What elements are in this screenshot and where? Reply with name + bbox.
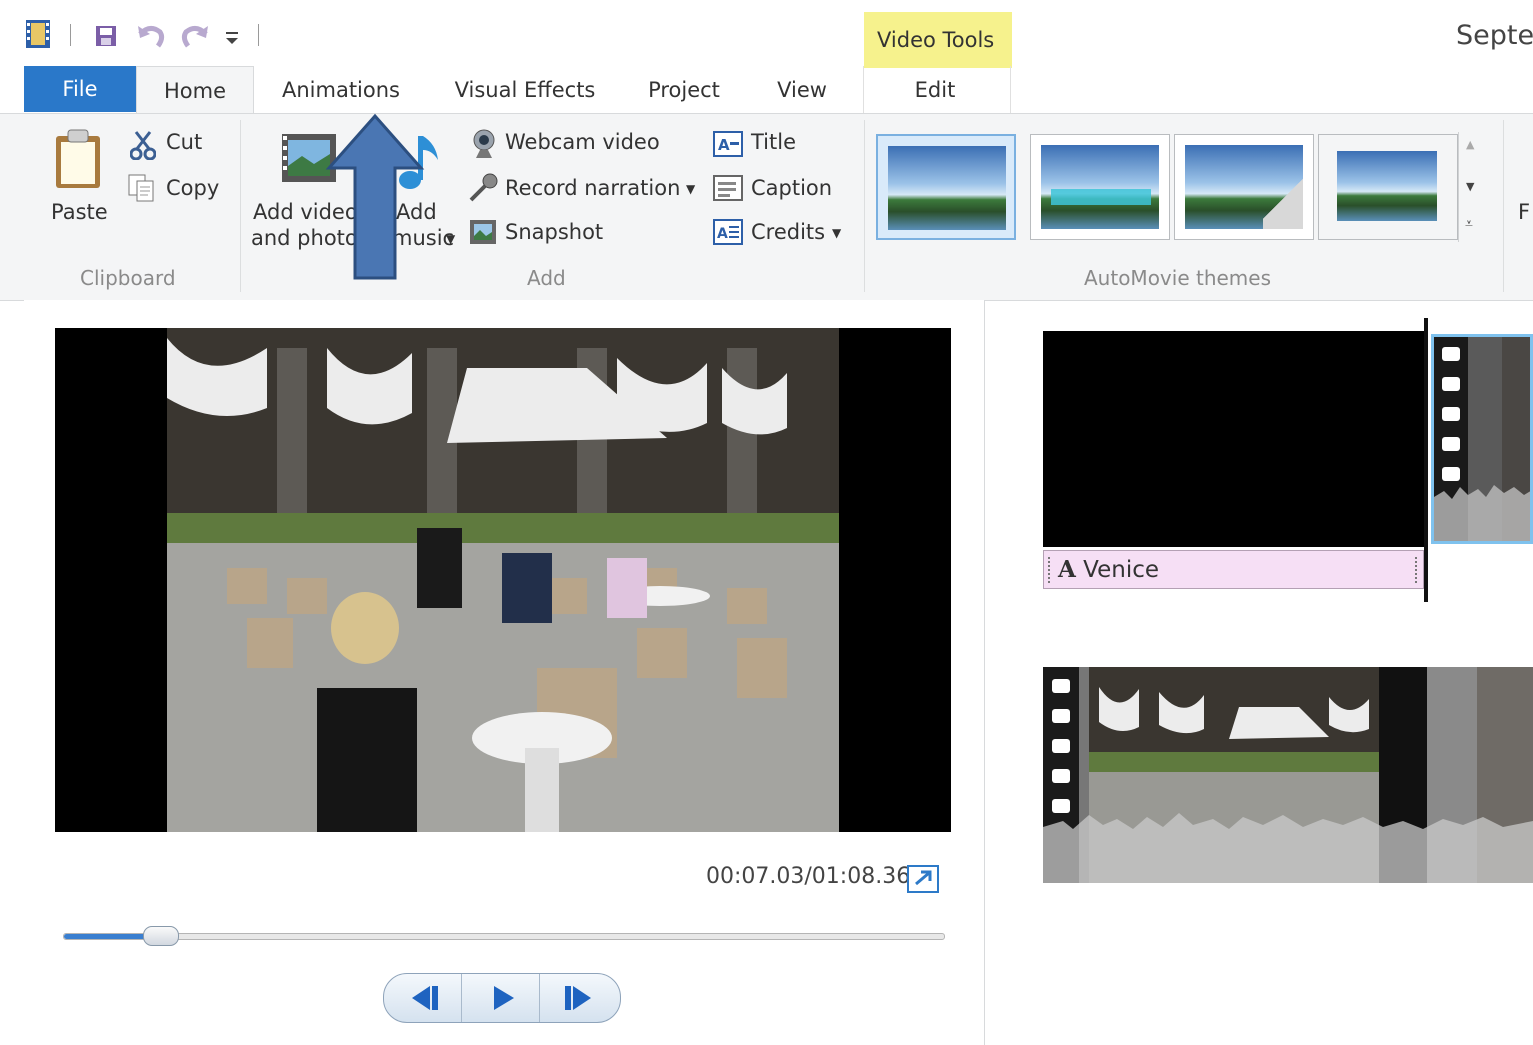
chevron-down-icon: ▼ (686, 182, 696, 196)
snapshot-icon (470, 220, 496, 244)
caption-text: A Venice (1058, 556, 1159, 583)
group-separator (864, 120, 865, 292)
copy-icon (128, 174, 154, 202)
microphone-icon (469, 173, 498, 202)
app-film-icon[interactable] (24, 18, 52, 50)
redo-icon[interactable] (180, 22, 210, 50)
window-title: Septe (1456, 20, 1533, 51)
credits-button[interactable]: A Credits ▼ (712, 216, 852, 248)
caption-button[interactable]: Caption (712, 172, 842, 204)
playback-controls (383, 973, 621, 1023)
theme-thumbnail (1185, 145, 1303, 229)
group-separator (240, 120, 241, 292)
theme-thumbnail (1337, 151, 1437, 221)
seek-bar[interactable] (63, 933, 945, 940)
record-narration-label: Record narration (505, 176, 681, 200)
cafe-scene-image (167, 328, 839, 832)
theme-page-curl[interactable] (1174, 134, 1314, 240)
tab-separator (863, 66, 864, 114)
theme-contemporary[interactable] (1030, 134, 1170, 240)
tab-animations[interactable]: Animations (270, 66, 412, 114)
copy-label: Copy (166, 176, 220, 200)
play-icon (494, 986, 514, 1010)
cut-button[interactable]: Cut (126, 128, 226, 160)
audio-waveform (1434, 485, 1530, 541)
themes-scroller[interactable]: ▲ ▼ ⩡ (1458, 132, 1483, 242)
next-frame-button[interactable] (541, 974, 618, 1022)
svg-text:A: A (717, 226, 728, 242)
webcam-video-button[interactable]: Webcam video (468, 128, 688, 160)
playback-cursor[interactable] (1424, 318, 1428, 602)
tab-home[interactable]: Home (136, 66, 254, 113)
webcam-video-label: Webcam video (505, 130, 660, 154)
caption-bar[interactable]: A Venice (1043, 550, 1424, 589)
fullscreen-icon[interactable] (906, 864, 940, 894)
credits-icon: A (713, 219, 743, 245)
group-separator (1503, 120, 1504, 292)
scroll-down-icon[interactable]: ▼ (1466, 180, 1474, 193)
paste-icon (56, 129, 100, 188)
scroll-up-icon[interactable]: ▲ (1466, 138, 1474, 151)
timecode: 00:07.03/01:08.36 (706, 864, 911, 889)
save-icon[interactable] (94, 24, 118, 48)
tab-edit[interactable]: Edit (894, 66, 976, 114)
tab-view[interactable]: View (762, 66, 842, 114)
title-button[interactable]: A Title (712, 128, 812, 160)
contextual-tab-group-video-tools: Video Tools (864, 12, 1012, 68)
caption-icon (713, 175, 743, 201)
video-clip-selected[interactable] (1431, 334, 1533, 544)
cut-label: Cut (166, 130, 203, 154)
chevron-down-icon: ▼ (446, 232, 456, 246)
qat-dropdown-icon[interactable] (224, 30, 240, 46)
group-label-automovie-themes: AutoMovie themes (1084, 266, 1272, 290)
snapshot-label: Snapshot (505, 220, 604, 244)
tab-project[interactable]: Project (636, 66, 732, 114)
caption-label: Venice (1083, 557, 1160, 583)
video-frame (167, 328, 839, 832)
credits-label: Credits (751, 220, 826, 244)
theme-cinematic[interactable] (1318, 134, 1458, 240)
tab-visual-effects[interactable]: Visual Effects (444, 66, 606, 114)
chevron-down-icon: ▼ (832, 226, 842, 240)
title-label: Title (751, 130, 797, 154)
group-label-add: Add (527, 266, 566, 290)
qat-separator (70, 24, 71, 46)
theme-thumbnail (1041, 145, 1159, 229)
video-clip[interactable] (1043, 667, 1533, 883)
previous-frame-button[interactable] (384, 974, 462, 1022)
theme-thumbnail (888, 146, 1006, 230)
snapshot-button[interactable]: Snapshot (468, 216, 628, 248)
undo-icon[interactable] (136, 22, 166, 50)
paste-button[interactable]: Paste (40, 124, 116, 236)
tab-file[interactable]: File (24, 66, 136, 112)
play-button[interactable] (462, 974, 540, 1022)
more-themes-icon[interactable]: ⩡ (1465, 216, 1473, 232)
tab-separator (1010, 66, 1011, 114)
next-frame-icon (565, 986, 591, 1010)
audio-waveform (1043, 813, 1533, 883)
title-icon: A (713, 131, 743, 157)
theme-default[interactable] (876, 134, 1016, 240)
qat-separator (258, 24, 259, 46)
cut-icon (130, 131, 156, 160)
caption-a-icon: A (1058, 556, 1076, 583)
paste-label: Paste (51, 200, 108, 224)
title-bar: Video Tools Septe (0, 0, 1533, 68)
webcam-icon (473, 129, 495, 158)
previous-frame-icon (412, 986, 438, 1010)
caption-label: Caption (751, 176, 833, 200)
caption-bar-grip[interactable] (1048, 557, 1052, 583)
copy-button[interactable]: Copy (126, 172, 226, 204)
seek-thumb[interactable] (143, 926, 179, 946)
next-group-partial-label: F (1518, 200, 1531, 224)
annotation-arrow-icon (325, 113, 425, 280)
record-narration-button[interactable]: Record narration ▼ (468, 172, 704, 204)
title-clip[interactable] (1043, 331, 1424, 547)
svg-text:A: A (718, 136, 730, 154)
group-label-clipboard: Clipboard (80, 266, 176, 290)
caption-bar-grip[interactable] (1415, 557, 1419, 583)
